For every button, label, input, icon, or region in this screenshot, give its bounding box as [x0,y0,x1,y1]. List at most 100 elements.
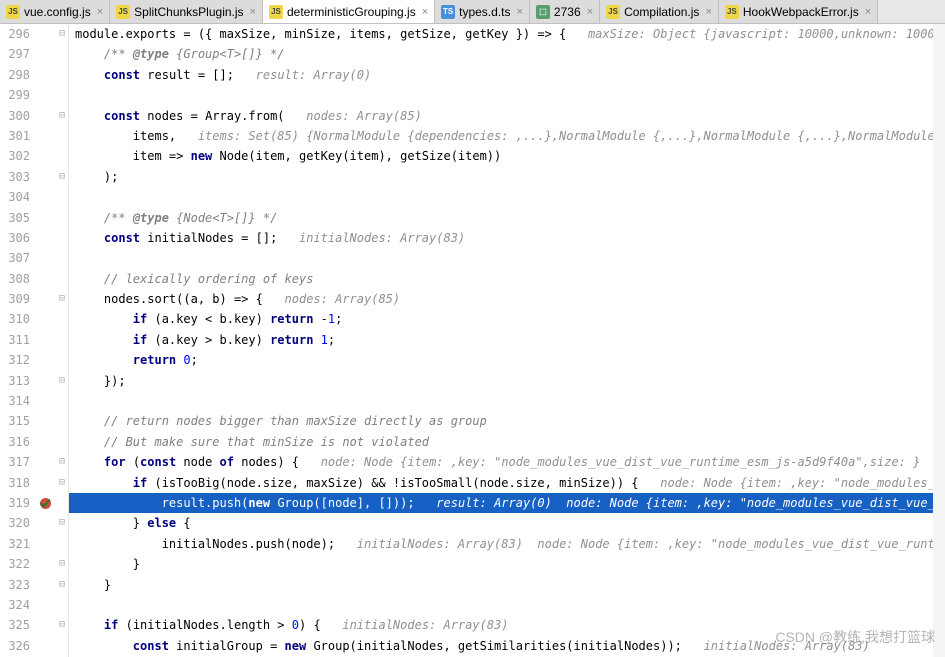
fold-icon[interactable]: ⊟ [56,513,68,533]
code-line[interactable]: const initialNodes = []; initialNodes: A… [69,228,945,248]
close-icon[interactable]: × [516,6,522,18]
code-line[interactable]: const initialGroup = new Group(initialNo… [69,636,945,656]
gutter-row[interactable]: 314 [0,391,68,411]
code-line[interactable]: return 0; [69,350,945,370]
gutter-row[interactable]: 320 ⊟ [0,513,68,533]
code-line[interactable]: /** @type {Group<T>[]} */ [69,44,945,64]
code-line[interactable]: // But make sure that minSize is not vio… [69,432,945,452]
close-icon[interactable]: × [865,6,871,18]
gutter-row[interactable]: 310 [0,309,68,329]
code-line[interactable]: nodes.sort((a, b) => { nodes: Array(85) [69,289,945,309]
close-icon[interactable]: × [705,6,711,18]
fold-icon[interactable]: ⊟ [56,554,68,574]
line-number: 300 [0,106,34,126]
line-number: 320 [0,513,34,533]
fold-icon[interactable]: ⊟ [56,167,68,187]
code-line[interactable] [69,391,945,411]
code-line[interactable] [69,248,945,268]
code-line[interactable]: initialNodes.push(node); initialNodes: A… [69,534,945,554]
gutter-row[interactable]: 322⊟ [0,554,68,574]
code-area[interactable]: module.exports = ({ maxSize, minSize, it… [69,24,945,657]
code-line[interactable]: result.push(new Group([node], [])); resu… [69,493,945,513]
gutter-row[interactable]: 305 [0,208,68,228]
tab-types-d-ts[interactable]: TStypes.d.ts× [435,0,530,23]
code-line[interactable]: for (const node of nodes) { node: Node {… [69,452,945,472]
tab-compilation-js[interactable]: JSCompilation.js× [600,0,719,23]
gutter-row[interactable]: 316 [0,432,68,452]
code-line[interactable]: // lexically ordering of keys [69,269,945,289]
gutter-row[interactable]: 318⊟ [0,473,68,493]
fold-icon[interactable]: ⊟ [56,106,68,126]
code-line[interactable]: /** @type {Node<T>[]} */ [69,208,945,228]
gutter-row[interactable]: 326 [0,636,68,656]
code-line[interactable]: if (a.key > b.key) return 1; [69,330,945,350]
tab-label: Compilation.js [624,5,699,19]
code-line[interactable]: } else { [69,513,945,533]
line-number: 303 [0,167,34,187]
tab-label: deterministicGrouping.js [287,5,416,19]
fold-icon[interactable]: ⊟ [56,452,68,472]
close-icon[interactable]: × [97,6,103,18]
gutter-row[interactable]: 302 [0,146,68,166]
code-line[interactable]: const result = []; result: Array(0) [69,65,945,85]
code-line[interactable]: items, items: Set(85) {NormalModule {dep… [69,126,945,146]
gutter-row[interactable]: 296⊟ [0,24,68,44]
code-line[interactable] [69,187,945,207]
fold-icon[interactable]: ⊟ [56,24,68,44]
tab-vue-config-js[interactable]: JSvue.config.js× [0,0,110,23]
code-line[interactable]: if (isTooBig(node.size, maxSize) && !isT… [69,473,945,493]
close-icon[interactable]: × [587,6,593,18]
tab-hookwebpackerror-js[interactable]: JSHookWebpackError.js× [719,0,878,23]
code-line[interactable]: } [69,554,945,574]
breakpoint-icon[interactable] [40,498,51,509]
code-editor: 296⊟297298299300⊟301302303⊟3043053063073… [0,24,945,657]
line-number: 306 [0,228,34,248]
gutter-row[interactable]: 311 [0,330,68,350]
code-line[interactable]: if (initialNodes.length > 0) { initialNo… [69,615,945,635]
line-number: 311 [0,330,34,350]
gutter-row[interactable]: 308 [0,269,68,289]
close-icon[interactable]: × [422,6,428,18]
gutter-row[interactable]: 303 ⊟ [0,167,68,187]
code-line[interactable] [69,595,945,615]
fold-icon[interactable]: ⊟ [56,473,68,493]
code-line[interactable]: // return nodes bigger than maxSize dire… [69,411,945,431]
code-line[interactable]: } [69,575,945,595]
gutter-row[interactable]: 309⊟ [0,289,68,309]
code-line[interactable] [69,85,945,105]
gutter-row[interactable]: 321 [0,534,68,554]
code-line[interactable]: const nodes = Array.from( nodes: Array(8… [69,106,945,126]
gutter-row[interactable]: 312 [0,350,68,370]
gutter-row[interactable]: 300 ⊟ [0,106,68,126]
gutter-row[interactable]: 297 [0,44,68,64]
line-number: 304 [0,187,34,207]
gutter-row[interactable]: 306 [0,228,68,248]
code-line[interactable]: module.exports = ({ maxSize, minSize, it… [69,24,945,44]
tab-deterministicgrouping-js[interactable]: JSdeterministicGrouping.js× [263,0,435,23]
breakpoint-gutter[interactable] [34,498,56,509]
gutter-row[interactable]: 304 [0,187,68,207]
gutter-row[interactable]: 315 [0,411,68,431]
fold-icon[interactable]: ⊟ [56,289,68,309]
fold-icon[interactable]: ⊟ [56,615,68,635]
code-line[interactable]: }); [69,371,945,391]
code-line[interactable]: item => new Node(item, getKey(item), get… [69,146,945,166]
gutter-row[interactable]: 323⊟ [0,575,68,595]
gutter-row[interactable]: 307 [0,248,68,268]
gutter-row[interactable]: 299 [0,85,68,105]
gutter-row[interactable]: 319 [0,493,68,513]
fold-icon[interactable]: ⊟ [56,575,68,595]
gutter-row[interactable]: 301 [0,126,68,146]
vertical-scrollbar[interactable] [933,24,945,657]
code-line[interactable]: if (a.key < b.key) return -1; [69,309,945,329]
tab-splitchunksplugin-js[interactable]: JSSplitChunksPlugin.js× [110,0,263,23]
gutter-row[interactable]: 317⊟ [0,452,68,472]
gutter-row[interactable]: 313⊟ [0,371,68,391]
tab-2736[interactable]: ⬚2736× [530,0,600,23]
fold-icon[interactable]: ⊟ [56,371,68,391]
close-icon[interactable]: × [250,6,256,18]
gutter-row[interactable]: 324 [0,595,68,615]
gutter-row[interactable]: 325⊟ [0,615,68,635]
gutter-row[interactable]: 298 [0,65,68,85]
code-line[interactable]: ); [69,167,945,187]
